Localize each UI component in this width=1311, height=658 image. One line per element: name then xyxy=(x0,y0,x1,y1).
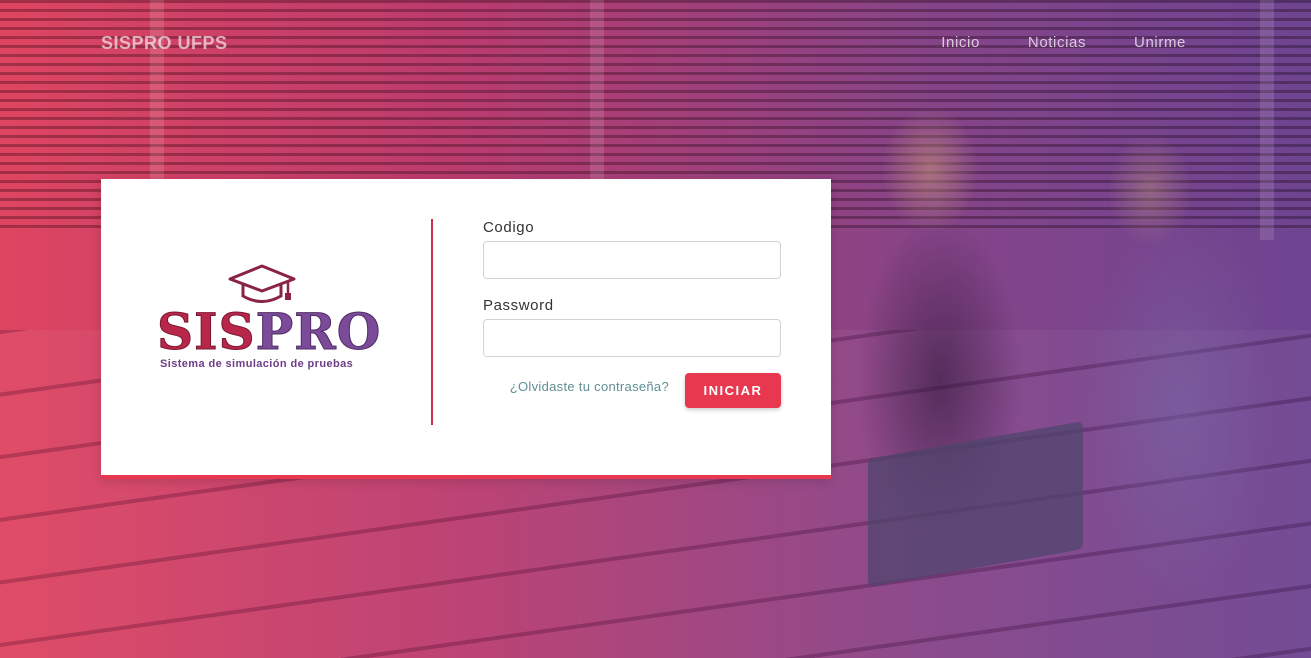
nav-link-unirme[interactable]: Unirme xyxy=(1134,34,1186,51)
graduation-cap-icon xyxy=(228,264,296,303)
login-form: Codigo Password ¿Olvidaste tu contraseña… xyxy=(483,219,781,408)
password-label: Password xyxy=(483,297,554,314)
nav-link-noticias[interactable]: Noticias xyxy=(1028,34,1086,51)
nav-link-inicio[interactable]: Inicio xyxy=(941,34,980,51)
logo-text-sis: SIS xyxy=(157,302,256,361)
codigo-input[interactable] xyxy=(483,241,781,279)
logo-tagline: Sistema de simulación de pruebas xyxy=(160,358,354,370)
logo-text-pro: PRO xyxy=(255,302,382,361)
login-button[interactable]: INICIAR xyxy=(685,373,781,408)
codigo-field-group: Codigo xyxy=(483,219,781,279)
sispro-logo: SIS PRO Sistema de simulación de pruebas xyxy=(157,263,381,373)
forgot-password-link[interactable]: ¿Olvidaste tu contraseña? xyxy=(510,379,669,394)
top-navbar: SISPRO UFPS Inicio Noticias Unirme xyxy=(0,0,1311,88)
form-actions: ¿Olvidaste tu contraseña? INICIAR xyxy=(483,373,781,408)
login-card: SIS PRO Sistema de simulación de pruebas… xyxy=(101,179,831,479)
vertical-divider xyxy=(431,219,433,425)
nav-links: Inicio Noticias Unirme xyxy=(941,34,1186,51)
codigo-label: Codigo xyxy=(483,219,535,236)
password-field-group: Password xyxy=(483,297,781,357)
password-input[interactable] xyxy=(483,319,781,357)
navbar-brand[interactable]: SISPRO UFPS xyxy=(101,33,228,54)
logo-wordmark: SIS PRO xyxy=(157,302,382,361)
